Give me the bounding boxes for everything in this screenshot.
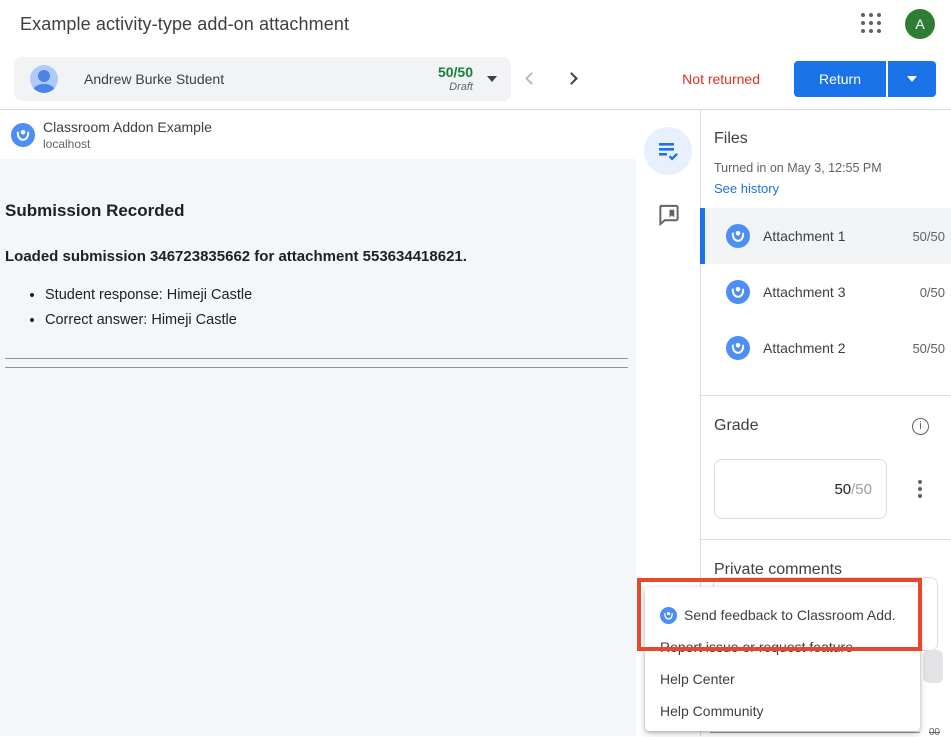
attachment-row[interactable]: Attachment 1 50/50 — [701, 208, 951, 264]
chevron-left-icon — [525, 72, 538, 85]
addon-content: Submission Recorded Loaded submission 34… — [0, 159, 636, 368]
return-status: Not returned — [682, 71, 760, 87]
info-icon[interactable]: i — [912, 418, 929, 435]
grading-tab-button[interactable] — [644, 127, 692, 175]
grade-menu-icon[interactable] — [912, 474, 928, 504]
student-score-state: Draft — [438, 81, 473, 93]
files-title: Files — [714, 110, 951, 148]
grading-icon — [656, 139, 680, 163]
see-history-link[interactable]: See history — [714, 181, 779, 196]
apps-grid-icon[interactable] — [861, 13, 883, 35]
attachment-row[interactable]: Attachment 3 0/50 — [701, 264, 951, 320]
chevron-right-icon — [565, 72, 578, 85]
comment-bank-icon — [657, 203, 680, 226]
addon-app-icon — [726, 336, 750, 360]
menu-item-label: Help Center — [660, 671, 735, 687]
list-item: Student response: Himeji Castle — [45, 287, 632, 303]
grade-denominator: /50 — [851, 481, 872, 498]
menu-item-report-issue[interactable]: Report issue or request feature — [645, 631, 920, 663]
addon-app-icon — [11, 123, 35, 147]
return-button[interactable]: Return — [794, 61, 886, 97]
attachment-score: 50/50 — [912, 341, 945, 356]
attachment-score: 50/50 — [912, 229, 945, 244]
chevron-down-icon — [907, 76, 917, 82]
addon-host: localhost — [43, 137, 212, 151]
grade-value: 50 — [834, 481, 851, 498]
attachment-name: Attachment 1 — [763, 228, 846, 244]
help-menu: Send feedback to Classroom Add. Report i… — [645, 587, 920, 731]
scrollbar-thumb[interactable] — [923, 650, 943, 683]
response-list: Student response: Himeji Castle Correct … — [45, 287, 632, 328]
menu-item-label: Report issue or request feature — [660, 639, 853, 655]
student-selector[interactable]: Andrew Burke Student 50/50 Draft — [14, 57, 511, 101]
attachment-name: Attachment 3 — [763, 284, 846, 300]
addon-app-icon — [726, 224, 750, 248]
return-options-button[interactable] — [888, 61, 936, 97]
grade-input[interactable]: 50/50 — [714, 459, 887, 519]
menu-item-send-feedback[interactable]: Send feedback to Classroom Add. — [645, 599, 920, 631]
menu-item-help-community[interactable]: Help Community — [645, 695, 920, 727]
student-name: Andrew Burke Student — [84, 71, 438, 87]
attachment-name: Attachment 2 — [763, 340, 846, 356]
chevron-down-icon — [487, 76, 497, 82]
addon-name: Classroom Addon Example — [43, 119, 212, 135]
list-item: Correct answer: Himeji Castle — [45, 312, 632, 328]
turned-in-text: Turned in on May 3, 12:55 PM — [714, 161, 951, 175]
top-bar: Example activity-type add-on attachment … — [0, 0, 951, 48]
submission-heading: Submission Recorded — [5, 201, 632, 221]
student-avatar — [30, 65, 58, 93]
menu-item-label: Send feedback to Classroom Add. — [684, 607, 896, 623]
student-score: 50/50 Draft — [438, 64, 473, 93]
addon-app-icon — [660, 607, 677, 624]
comments-tab-button[interactable] — [648, 194, 688, 234]
student-score-points: 50/50 — [438, 64, 473, 80]
attachment-score: 0/50 — [920, 285, 945, 300]
content-divider — [5, 358, 632, 368]
page-title: Example activity-type add-on attachment — [20, 14, 861, 35]
attachment-row[interactable]: Attachment 2 50/50 — [701, 320, 951, 376]
previous-student-button[interactable] — [511, 59, 551, 99]
return-split-button: Return — [794, 61, 936, 97]
attachment-list: Attachment 1 50/50 Attachment 3 0/50 Att… — [701, 208, 951, 376]
grading-toolbar: Andrew Burke Student 50/50 Draft Not ret… — [0, 48, 951, 110]
menu-item-label: Help Community — [660, 703, 763, 719]
loaded-submission-line: Loaded submission 346723835662 for attac… — [5, 248, 632, 265]
private-comments-title: Private comments — [701, 540, 951, 579]
addon-header: Classroom Addon Example localhost — [0, 110, 636, 159]
addon-work-area: Classroom Addon Example localhost Submis… — [0, 110, 636, 736]
next-student-button[interactable] — [551, 59, 591, 99]
menu-item-help-center[interactable]: Help Center — [645, 663, 920, 695]
addon-app-icon — [726, 280, 750, 304]
account-avatar[interactable]: A — [905, 9, 935, 39]
grade-title: Grade — [714, 417, 758, 435]
